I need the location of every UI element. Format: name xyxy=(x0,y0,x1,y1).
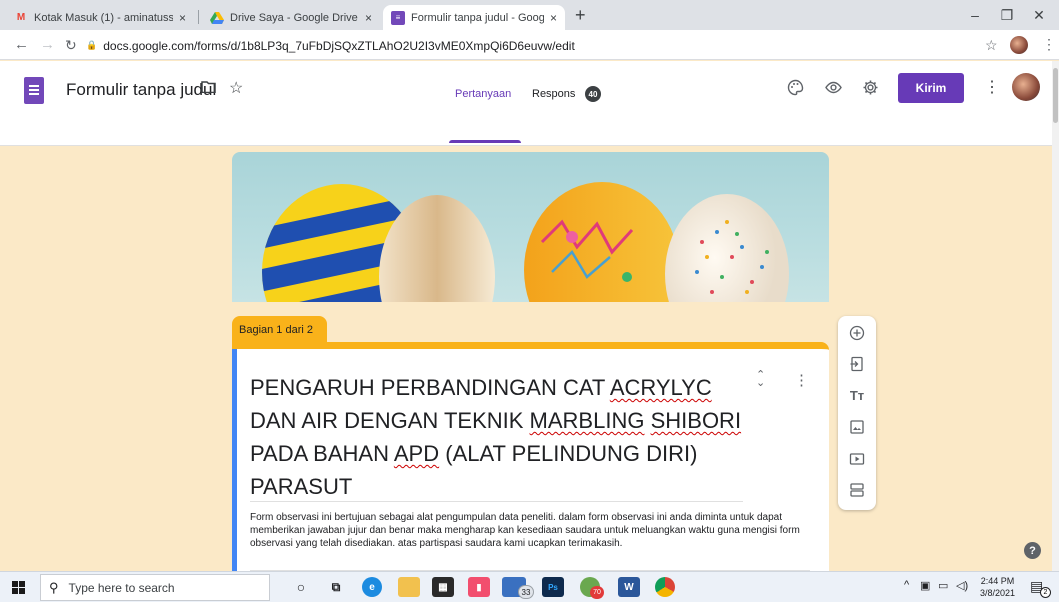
notification-count-badge: 2 xyxy=(1040,587,1051,598)
browser-tab-forms[interactable]: ≡ Formulir tanpa judul - Google Fo × xyxy=(383,5,565,30)
bookmark-star-icon[interactable]: ☆ xyxy=(985,37,998,54)
tab-title: Formulir tanpa judul - Google Fo xyxy=(411,11,544,24)
taskbar-search-input[interactable]: ⚲ Type here to search xyxy=(40,574,270,601)
close-window-button[interactable]: ✕ xyxy=(1024,4,1054,26)
import-questions-icon[interactable] xyxy=(838,356,876,375)
volume-icon[interactable]: ◁) xyxy=(956,579,968,592)
browser-tab-drive[interactable]: Drive Saya - Google Drive × xyxy=(202,5,380,30)
active-tab-underline xyxy=(449,140,521,143)
drive-icon xyxy=(210,11,224,25)
tab-title: Drive Saya - Google Drive xyxy=(230,11,358,24)
response-count-badge: 40 xyxy=(585,86,601,102)
header-banner-image xyxy=(232,152,829,302)
back-arrow-icon[interactable]: ← xyxy=(14,36,29,53)
title-underline xyxy=(250,501,743,502)
tray-app-icon[interactable]: ▣ xyxy=(920,579,930,592)
task-view-icon[interactable]: ⧉ xyxy=(325,577,347,597)
section-title[interactable]: PENGARUH PERBANDINGAN CAT ACRYLYC DAN AI… xyxy=(250,371,750,503)
clock-date: 3/8/2021 xyxy=(980,588,1016,598)
forward-arrow-icon[interactable]: → xyxy=(40,36,55,53)
form-title[interactable]: Formulir tanpa judul xyxy=(66,80,216,100)
section-label: Bagian 1 dari 2 xyxy=(232,316,327,344)
profile-avatar[interactable] xyxy=(1010,36,1028,54)
tab-divider xyxy=(198,10,199,24)
word-icon[interactable]: W xyxy=(618,577,640,597)
search-icon: ⚲ xyxy=(49,579,59,595)
photoshop-icon[interactable]: Ps xyxy=(542,577,564,597)
reload-icon[interactable]: ↻ xyxy=(65,37,77,54)
file-explorer-icon[interactable] xyxy=(398,577,420,597)
section-description[interactable]: Form observasi ini bertujuan sebagai ala… xyxy=(250,511,820,550)
battery-icon[interactable]: ▭ xyxy=(938,579,948,592)
mail-badge: 33 xyxy=(518,585,534,599)
add-video-icon[interactable] xyxy=(838,451,876,470)
search-placeholder: Type here to search xyxy=(68,580,175,595)
browser-tab-gmail[interactable]: M Kotak Masuk (1) - aminatussholih × xyxy=(6,5,194,30)
cortana-icon[interactable]: ○ xyxy=(290,577,312,597)
game-badge: 70 xyxy=(590,586,604,599)
forms-icon: ≡ xyxy=(391,10,405,25)
close-tab-icon[interactable]: × xyxy=(550,11,557,25)
page-scrollbar[interactable] xyxy=(1052,61,1059,571)
address-bar: ← → ↻ 🔒 docs.google.com/forms/d/1b8LP3q_… xyxy=(0,30,1059,60)
minimize-button[interactable]: – xyxy=(960,4,990,26)
gift-app-icon[interactable]: ▮ xyxy=(468,577,490,597)
tab-questions[interactable]: Pertanyaan xyxy=(455,88,511,110)
url-field[interactable]: 🔒 docs.google.com/forms/d/1b8LP3q_7uFbDj… xyxy=(86,35,966,56)
folder-icon[interactable] xyxy=(201,80,216,98)
section-header-card[interactable]: PENGARUH PERBANDINGAN CAT ACRYLYC DAN AI… xyxy=(232,342,829,582)
show-hidden-icons-chevron[interactable]: ^ xyxy=(904,579,909,591)
lock-icon: 🔒 xyxy=(86,40,98,50)
settings-gear-icon[interactable] xyxy=(862,79,879,101)
add-image-icon[interactable] xyxy=(838,419,876,438)
browser-menu-icon[interactable]: ⋮ xyxy=(1042,36,1056,53)
floating-toolbar: Tт xyxy=(838,316,876,510)
palette-icon[interactable] xyxy=(787,79,804,101)
star-icon[interactable]: ☆ xyxy=(229,78,243,98)
chrome-icon[interactable] xyxy=(655,577,675,597)
close-tab-icon[interactable]: × xyxy=(365,11,372,25)
forms-header: Formulir tanpa judul ☆ Kirim ⋮ Pertanyaa… xyxy=(0,61,1059,146)
windows-start-icon[interactable] xyxy=(12,581,25,594)
browser-tab-strip: M Kotak Masuk (1) - aminatussholih × Dri… xyxy=(0,0,1059,30)
windows-taskbar: ⚲ Type here to search ○ ⧉ e ▦ ▮ 33 Ps 70… xyxy=(0,571,1059,602)
maximize-button[interactable]: ❐ xyxy=(992,4,1022,26)
close-tab-icon[interactable]: × xyxy=(179,11,186,25)
gmail-icon: M xyxy=(16,12,26,23)
preview-eye-icon[interactable] xyxy=(825,79,842,101)
add-question-icon[interactable] xyxy=(838,325,876,344)
tab-title: Kotak Masuk (1) - aminatussholih xyxy=(34,11,173,24)
scrollbar-thumb[interactable] xyxy=(1053,68,1058,123)
add-title-icon[interactable]: Tт xyxy=(838,388,876,403)
section-more-icon[interactable]: ⋮ xyxy=(794,371,809,389)
taskbar-clock[interactable]: 2:44 PM 3/8/2021 xyxy=(980,575,1015,599)
store-icon[interactable]: ▦ xyxy=(432,577,454,597)
url-text: docs.google.com/forms/d/1b8LP3q_7uFbDjSQ… xyxy=(103,38,575,53)
collapse-section-icon[interactable]: ⌃ ⌄ xyxy=(756,370,765,389)
clock-time: 2:44 PM xyxy=(980,576,1015,586)
active-card-indicator xyxy=(232,349,237,582)
more-options-icon[interactable]: ⋮ xyxy=(984,77,1000,97)
send-button[interactable]: Kirim xyxy=(898,73,964,103)
new-tab-button[interactable]: + xyxy=(575,5,586,26)
add-section-icon[interactable] xyxy=(838,482,876,501)
help-icon[interactable]: ? xyxy=(1024,542,1041,559)
tab-responses[interactable]: Respons xyxy=(532,88,575,100)
forms-logo-icon[interactable] xyxy=(24,77,44,104)
avatar[interactable] xyxy=(1012,73,1040,101)
edge-browser-icon[interactable]: e xyxy=(362,577,382,597)
